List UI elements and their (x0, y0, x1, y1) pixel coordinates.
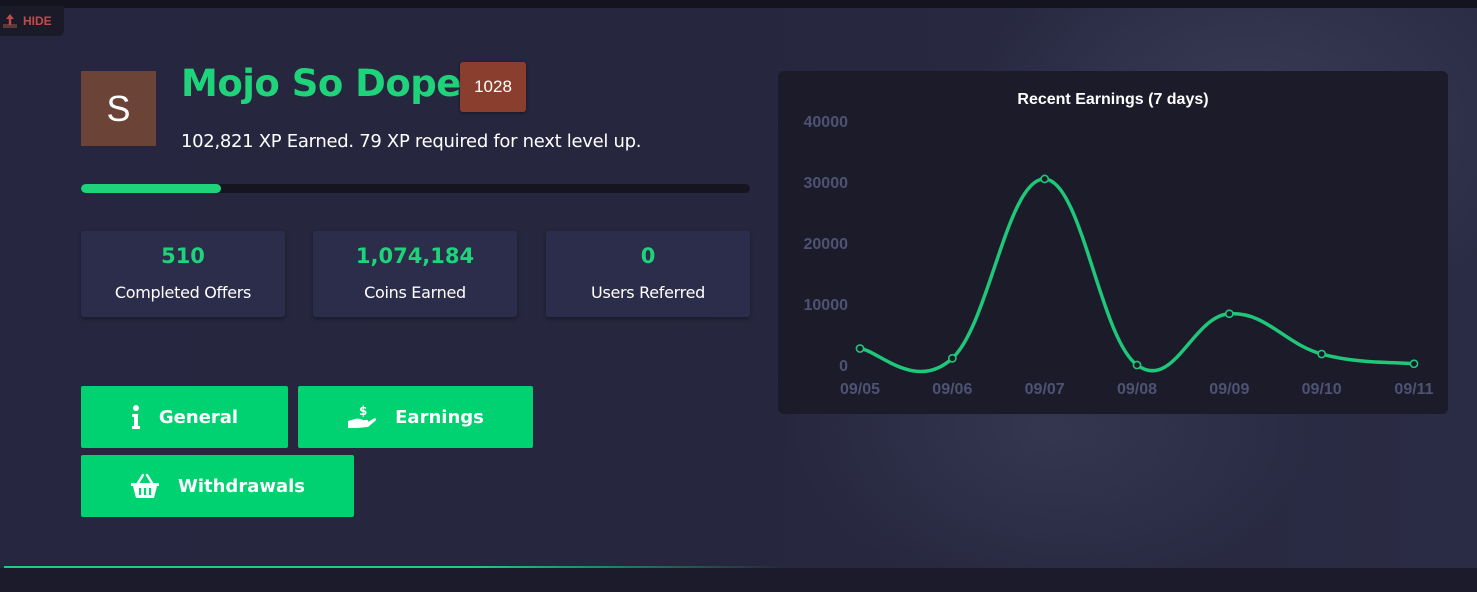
info-icon (131, 404, 141, 430)
stat-card-coins-earned: 1,074,184 Coins Earned (313, 231, 517, 317)
general-label: General (158, 406, 239, 428)
data-point[interactable] (1224, 309, 1234, 319)
hide-label: HIDE (23, 14, 52, 28)
earnings-series-line (858, 177, 1416, 374)
y-tick-label: 30000 (804, 175, 849, 192)
earnings-label: Earnings (395, 406, 484, 428)
stat-card-users-referred: 0 Users Referred (546, 231, 750, 317)
recent-earnings-chart: Recent Earnings (7 days) 0 10000 20000 3000… (778, 71, 1448, 414)
x-tick-label: 09/08 (1117, 381, 1157, 398)
xp-status-text: 102,821 XP Earned. 79 XP required for ne… (181, 131, 642, 152)
xp-progress-fill (81, 184, 222, 193)
x-tick-label: 09/07 (1025, 381, 1065, 398)
y-tick-label: 40000 (804, 114, 849, 131)
earnings-button[interactable]: $ Earnings (298, 386, 533, 448)
accent-divider (4, 566, 784, 568)
footer-strip (0, 568, 1477, 592)
stat-value: 510 (161, 244, 205, 268)
stat-value: 0 (640, 244, 656, 268)
svg-text:$: $ (359, 404, 367, 418)
x-tick-label: 09/05 (840, 381, 880, 398)
hand-dollar-icon: $ (347, 404, 377, 430)
withdrawals-button[interactable]: Withdrawals (81, 455, 354, 517)
stat-label: Users Referred (591, 283, 705, 302)
username: Mojo So Dope (181, 62, 461, 105)
x-tick-label: 09/10 (1302, 381, 1342, 398)
stat-card-completed-offers: 510 Completed Offers (81, 231, 285, 317)
data-point[interactable] (947, 353, 957, 363)
xp-progress-bar (81, 184, 750, 193)
x-tick-label: 09/06 (932, 381, 972, 398)
chart-plot: 0 10000 20000 30000 40000 09/05 09/06 09/07 09/0… (804, 114, 1434, 398)
avatar: S (81, 71, 156, 146)
data-point[interactable] (1409, 359, 1419, 369)
level-badge: 1028 (460, 62, 526, 112)
data-point[interactable] (1132, 360, 1142, 370)
stat-label: Completed Offers (114, 283, 252, 302)
withdrawals-label: Withdrawals (177, 475, 305, 497)
data-point[interactable] (1040, 174, 1050, 184)
y-tick-label: 10000 (804, 297, 849, 314)
hide-arrow-icon (2, 13, 18, 29)
x-tick-label: 09/11 (1394, 381, 1433, 398)
hide-button[interactable]: HIDE (0, 6, 64, 36)
stat-value: 1,074,184 (355, 244, 475, 268)
data-point[interactable] (855, 344, 865, 353)
data-point[interactable] (1317, 349, 1327, 359)
y-tick-label: 0 (839, 358, 848, 375)
top-bar (0, 0, 1477, 8)
basket-icon (130, 473, 160, 499)
x-tick-label: 09/09 (1209, 381, 1249, 398)
y-tick-label: 20000 (804, 236, 849, 253)
stat-label: Coins Earned (364, 283, 466, 302)
general-button[interactable]: General (81, 386, 288, 448)
